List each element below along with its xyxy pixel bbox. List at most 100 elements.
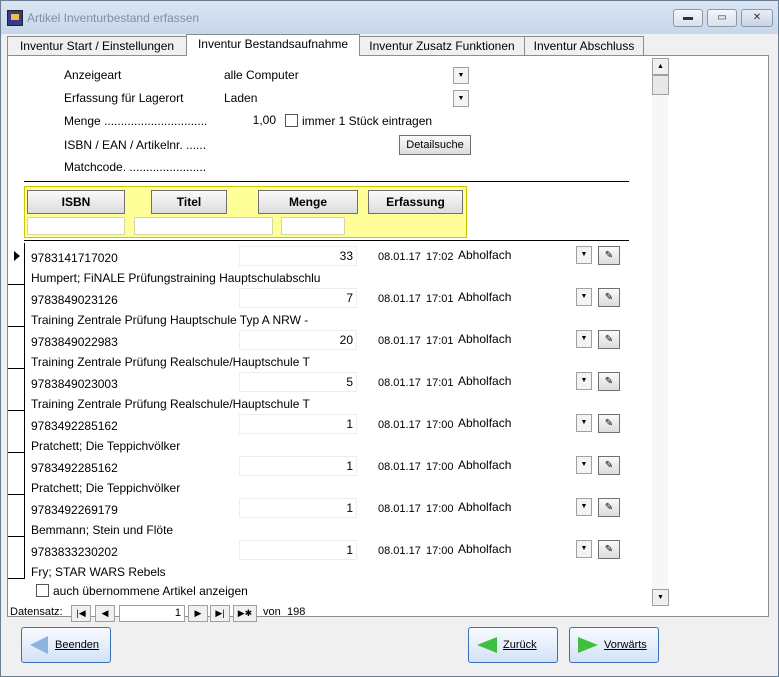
table-row[interactable]: 9783833230202 1 08.01.17 17:00 Abholfach ▼ ✎ Fr… [8,537,648,579]
scroll-down-icon[interactable]: ▼ [652,589,669,606]
row-lagerort-select[interactable]: Abholfach ▼ [456,498,592,516]
row-selector[interactable] [8,327,24,369]
row-selector[interactable] [8,243,24,285]
beenden-button[interactable]: Beenden [21,627,111,663]
column-titel-button[interactable]: Titel [151,190,227,214]
menge-input[interactable]: 1,00 [221,111,278,129]
record-number-input[interactable]: 1 [119,605,185,622]
row-titel: Training Zentrale Prüfung Realschule/Hau… [31,355,310,369]
row-menge-input[interactable]: 5 [239,372,357,392]
row-time: 17:00 [426,503,454,515]
chevron-down-icon[interactable]: ▼ [576,330,592,348]
column-erfassung-button[interactable]: Erfassung [368,190,463,214]
table-row[interactable]: 9783849023003 5 08.01.17 17:01 Abholfach ▼ ✎ Tr… [8,369,648,411]
row-selector[interactable] [8,285,24,327]
chevron-down-icon[interactable]: ▼ [576,372,592,390]
zurueck-button[interactable]: Zurück [468,627,558,663]
scroll-thumb[interactable] [652,75,669,95]
row-time: 17:01 [426,335,454,347]
row-selector[interactable] [8,537,24,579]
table-row[interactable]: 9783849023126 7 08.01.17 17:01 Abholfach ▼ ✎ Tr… [8,285,648,327]
isbn-input[interactable] [221,135,395,153]
vertical-scrollbar[interactable]: ▲ ▼ [652,58,669,606]
row-lagerort-select[interactable]: Abholfach ▼ [456,456,592,474]
table-row[interactable]: 9783849022983 20 08.01.17 17:01 Abholfach ▼ ✎ T… [8,327,648,369]
row-menge-input[interactable]: 7 [239,288,357,308]
row-date: 08.01.17 [378,461,421,473]
edit-pencil-icon[interactable]: ✎ [598,498,620,517]
title-bar[interactable]: Artikel Inventurbestand erfassen ▬ ▭ ✕ [1,1,778,34]
row-lagerort-select[interactable]: Abholfach ▼ [456,414,592,432]
row-lagerort-select[interactable]: Abholfach ▼ [456,330,592,348]
titel-filter-input[interactable] [134,217,273,235]
vorwaerts-button[interactable]: Vorwärts [569,627,659,663]
row-selector[interactable] [8,369,24,411]
matchcode-input[interactable] [221,157,470,175]
chevron-down-icon[interactable]: ▼ [576,246,592,264]
row-lagerort-select[interactable]: Abholfach ▼ [456,246,592,264]
new-record-icon[interactable]: ▶✱ [233,605,257,622]
chevron-down-icon[interactable]: ▼ [453,67,469,84]
chevron-down-icon[interactable]: ▼ [576,498,592,516]
row-isbn: 9783492285162 [31,419,118,433]
edit-pencil-icon[interactable]: ✎ [598,414,620,433]
isbn-filter-input[interactable] [27,217,125,235]
row-date: 08.01.17 [378,335,421,347]
close-button[interactable]: ✕ [741,9,773,27]
last-record-icon[interactable]: ▶| [210,605,230,622]
minimize-button[interactable]: ▬ [673,9,703,27]
back-arrow-icon [30,636,48,654]
scroll-up-icon[interactable]: ▲ [652,58,669,75]
row-selector[interactable] [8,453,24,495]
row-selector[interactable] [8,411,24,453]
chevron-down-icon[interactable]: ▼ [576,540,592,558]
row-menge-input[interactable]: 1 [239,456,357,476]
chevron-down-icon[interactable]: ▼ [576,456,592,474]
row-menge-input[interactable]: 33 [239,246,357,266]
tab-bestandsaufnahme[interactable]: Inventur Bestandsaufnahme [186,34,360,56]
row-lagerort-value: Abholfach [458,290,512,304]
row-menge-value: 20 [339,333,353,347]
row-menge-value: 1 [346,543,353,557]
edit-pencil-icon[interactable]: ✎ [598,246,620,265]
row-selector[interactable] [8,495,24,537]
row-menge-input[interactable]: 1 [239,540,357,560]
column-menge-button[interactable]: Menge [258,190,358,214]
column-isbn-button[interactable]: ISBN [27,190,125,214]
row-lagerort-select[interactable]: Abholfach ▼ [456,372,592,390]
edit-pencil-icon[interactable]: ✎ [598,540,620,559]
row-titel: Humpert; FiNALE Prüfungstraining Hauptsc… [31,271,321,285]
previous-record-icon[interactable]: ◀ [95,605,115,622]
tab-zusatz-funktionen[interactable]: Inventur Zusatz Funktionen [359,36,525,55]
chevron-down-icon[interactable]: ▼ [453,90,469,107]
datensatz-label: Datensatz: [10,606,63,618]
table-row[interactable]: 9783492269179 1 08.01.17 17:00 Abholfach ▼ ✎ Be… [8,495,648,537]
row-lagerort-select[interactable]: Abholfach ▼ [456,540,592,558]
row-date: 08.01.17 [378,251,421,263]
table-row[interactable]: 9783141717020 33 08.01.17 17:02 Abholfach ▼ ✎ H… [8,243,648,285]
row-menge-input[interactable]: 20 [239,330,357,350]
lagerort-select[interactable]: Laden ▼ [221,89,470,107]
immer-checkbox[interactable] [285,114,298,127]
edit-pencil-icon[interactable]: ✎ [598,288,620,307]
edit-pencil-icon[interactable]: ✎ [598,330,620,349]
auch-checkbox[interactable] [36,584,49,597]
row-menge-input[interactable]: 1 [239,498,357,518]
menge-filter-input[interactable] [281,217,345,235]
anzeigeart-select[interactable]: alle Computer ▼ [221,66,470,84]
detailsuche-button[interactable]: Detailsuche [399,135,471,155]
tab-inventur-start[interactable]: Inventur Start / Einstellungen [7,36,187,55]
edit-pencil-icon[interactable]: ✎ [598,456,620,475]
row-menge-input[interactable]: 1 [239,414,357,434]
chevron-down-icon[interactable]: ▼ [576,414,592,432]
next-record-icon[interactable]: ▶ [188,605,208,622]
table-row[interactable]: 9783492285162 1 08.01.17 17:00 Abholfach ▼ ✎ Pr… [8,453,648,495]
first-record-icon[interactable]: |◀ [71,605,91,622]
tab-abschluss[interactable]: Inventur Abschluss [524,36,644,55]
row-lagerort-select[interactable]: Abholfach ▼ [456,288,592,306]
maximize-button[interactable]: ▭ [707,9,737,27]
table-row[interactable]: 9783492285162 1 08.01.17 17:00 Abholfach ▼ ✎ Pr… [8,411,648,453]
edit-pencil-icon[interactable]: ✎ [598,372,620,391]
row-lagerort-value: Abholfach [458,248,512,262]
chevron-down-icon[interactable]: ▼ [576,288,592,306]
